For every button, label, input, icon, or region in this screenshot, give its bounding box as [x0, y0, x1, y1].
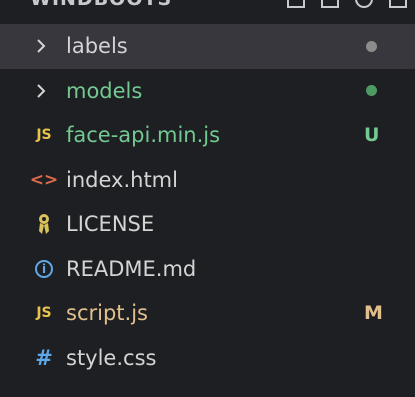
tree-item-label: script.js: [66, 301, 148, 326]
status-dot: [366, 40, 377, 52]
new-file-icon[interactable]: [287, 0, 305, 8]
tree-item-label: index.html: [66, 167, 178, 192]
new-folder-icon[interactable]: [321, 0, 339, 8]
js-icon: JS: [36, 127, 52, 144]
chevron-right-icon[interactable]: [34, 84, 48, 98]
git-status-badge: U: [364, 124, 380, 147]
explorer-title: WINDBOOTS: [30, 0, 172, 10]
tree-item-script-js[interactable]: JS script.js M: [0, 291, 415, 336]
tree-item-license[interactable]: LICENSE: [0, 202, 415, 247]
tree-item-label: README.md: [66, 256, 197, 281]
tree-item-label: models: [66, 78, 143, 103]
tree-item-label: LICENSE: [66, 212, 155, 237]
tree-item-face-api[interactable]: JS face-api.min.js U: [0, 113, 415, 158]
explorer-actions: [287, 0, 407, 8]
collapse-all-icon[interactable]: [389, 0, 407, 8]
tree-item-models[interactable]: models: [0, 69, 415, 114]
tree-item-label: style.css: [66, 345, 157, 370]
chevron-right-icon[interactable]: [34, 39, 48, 53]
git-status-badge: M: [364, 302, 383, 325]
js-icon: JS: [36, 305, 52, 322]
tree-item-label: labels: [66, 34, 128, 59]
info-icon-wrapper: i: [30, 259, 58, 278]
explorer-header: WINDBOOTS: [0, 0, 415, 12]
tree-item-labels[interactable]: labels: [0, 24, 415, 69]
tree-item-label: face-api.min.js: [66, 123, 221, 148]
license-icon: [30, 213, 58, 235]
html-icon: <>: [29, 169, 59, 190]
explorer-panel: WINDBOOTS labels models JS f: [0, 0, 415, 397]
tree-item-index-html[interactable]: <> index.html: [0, 158, 415, 203]
refresh-icon[interactable]: [355, 0, 373, 8]
file-tree: labels models JS face-api.min.js U <> in…: [0, 24, 415, 380]
tree-item-readme[interactable]: i README.md: [0, 247, 415, 292]
info-icon: i: [35, 259, 53, 278]
tree-item-style-css[interactable]: # style.css: [0, 336, 415, 381]
status-dot: [366, 85, 377, 97]
hash-icon: #: [35, 345, 53, 370]
